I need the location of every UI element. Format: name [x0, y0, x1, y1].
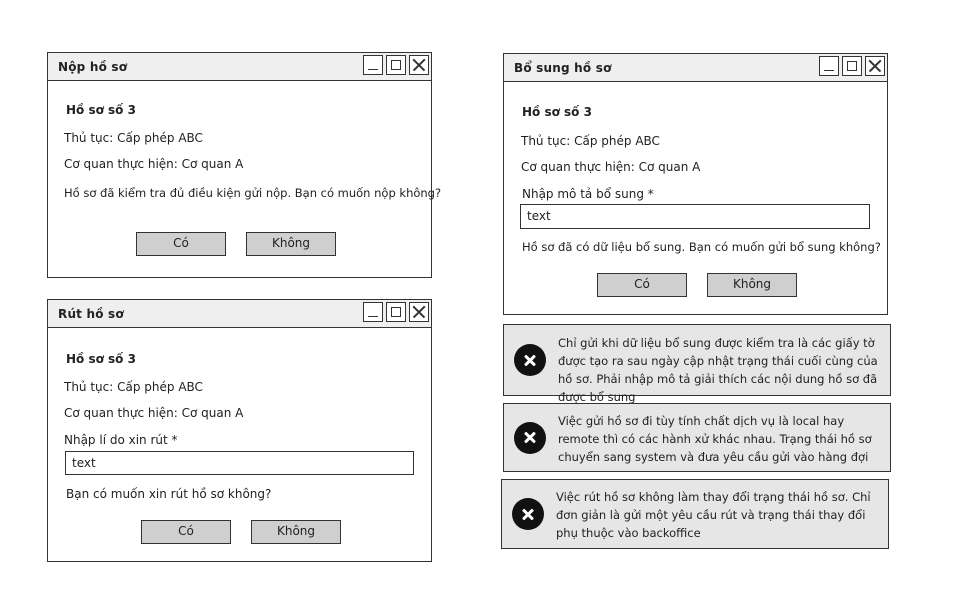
reason-label: Nhập lí do xin rút *: [64, 433, 178, 447]
description-label: Nhập mô tả bổ sung *: [522, 187, 654, 201]
agency-text: Cơ quan thực hiện: Cơ quan A: [64, 157, 244, 171]
page: Nộp hồ sơ Hồ sơ số 3 Thủ tục: Cấp phép A…: [0, 0, 960, 600]
dialog-title: Nộp hồ sơ: [58, 59, 128, 74]
window-controls: [819, 56, 885, 76]
window-controls: [363, 302, 429, 322]
no-button[interactable]: Không: [707, 273, 797, 297]
note-submit-behavior: Việc gửi hồ sơ đi tùy tính chất dịch vụ …: [503, 403, 891, 472]
agency-text: Cơ quan thực hiện: Cơ quan A: [521, 160, 701, 174]
withdraw-dialog-titlebar[interactable]: Rút hồ sơ: [48, 300, 431, 328]
yes-button[interactable]: Có: [136, 232, 226, 256]
error-x-icon: [512, 498, 544, 530]
agency-text: Cơ quan thực hiện: Cơ quan A: [64, 406, 244, 420]
maximize-icon[interactable]: [842, 56, 862, 76]
maximize-icon[interactable]: [386, 302, 406, 322]
record-number: Hồ sơ số 3: [522, 105, 592, 119]
reason-input[interactable]: text: [65, 451, 414, 475]
error-x-icon: [514, 344, 546, 376]
minimize-icon[interactable]: [363, 55, 383, 75]
note-text: Chỉ gửi khi dữ liệu bổ sung được kiểm tr…: [558, 336, 878, 404]
withdraw-dialog: Rút hồ sơ Hồ sơ số 3 Thủ tục: Cấp phép A…: [47, 299, 432, 562]
no-button[interactable]: Không: [246, 232, 336, 256]
close-icon[interactable]: [409, 302, 429, 322]
yes-button[interactable]: Có: [141, 520, 231, 544]
close-icon[interactable]: [865, 56, 885, 76]
close-icon[interactable]: [409, 55, 429, 75]
description-input[interactable]: text: [520, 204, 870, 229]
confirm-message: Bạn có muốn xin rút hồ sơ không?: [66, 487, 272, 501]
maximize-icon[interactable]: [386, 55, 406, 75]
note-text: Việc gửi hồ sơ đi tùy tính chất dịch vụ …: [558, 414, 872, 464]
submit-dialog-titlebar[interactable]: Nộp hồ sơ: [48, 53, 431, 81]
note-text: Việc rút hồ sơ không làm thay đổi trạng …: [556, 490, 871, 540]
error-x-icon: [514, 421, 546, 454]
supplement-dialog: Bổ sung hồ sơ Hồ sơ số 3 Thủ tục: Cấp ph…: [503, 53, 888, 315]
note-withdraw-behavior: Việc rút hồ sơ không làm thay đổi trạng …: [501, 479, 889, 549]
procedure-text: Thủ tục: Cấp phép ABC: [64, 131, 203, 145]
record-number: Hồ sơ số 3: [66, 103, 136, 117]
window-controls: [363, 55, 429, 75]
minimize-icon[interactable]: [363, 302, 383, 322]
supplement-dialog-titlebar[interactable]: Bổ sung hồ sơ: [504, 54, 887, 82]
confirm-message: Hồ sơ đã kiểm tra đủ điều kiện gửi nộp. …: [64, 186, 442, 200]
submit-dialog: Nộp hồ sơ Hồ sơ số 3 Thủ tục: Cấp phép A…: [47, 52, 441, 278]
note-supplement-rule: Chỉ gửi khi dữ liệu bổ sung được kiểm tr…: [503, 324, 891, 404]
yes-button[interactable]: Có: [597, 273, 687, 297]
minimize-icon[interactable]: [819, 56, 839, 76]
no-button[interactable]: Không: [251, 520, 341, 544]
record-number: Hồ sơ số 3: [66, 352, 136, 366]
confirm-message: Hồ sơ đã có dữ liệu bổ sung. Bạn có muốn…: [522, 240, 881, 254]
procedure-text: Thủ tục: Cấp phép ABC: [64, 380, 203, 394]
dialog-title: Bổ sung hồ sơ: [514, 60, 612, 75]
dialog-title: Rút hồ sơ: [58, 306, 124, 321]
procedure-text: Thủ tục: Cấp phép ABC: [521, 134, 660, 148]
